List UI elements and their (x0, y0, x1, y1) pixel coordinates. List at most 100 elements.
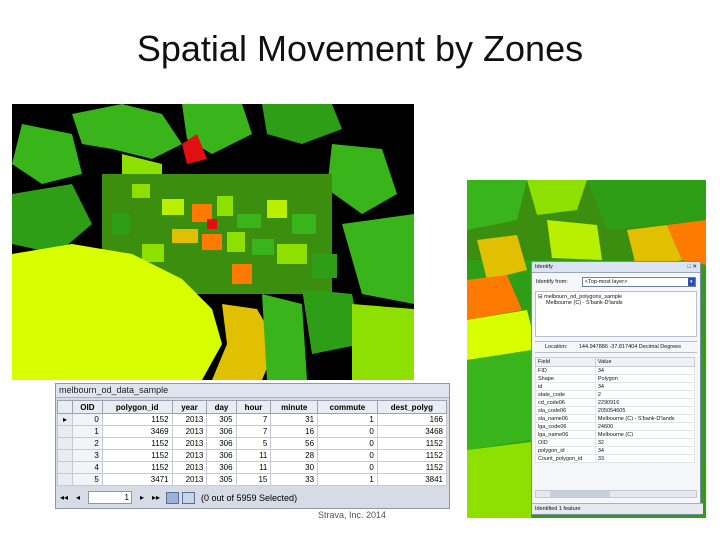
chevron-down-icon[interactable]: ▾ (687, 278, 695, 286)
field-row[interactable]: cd_code06 2290916 (535, 398, 696, 407)
current-row-marker[interactable]: ▸ (57, 413, 73, 426)
table-cell: 30 (270, 461, 319, 474)
table-row[interactable]: 1 3469 2013 306 7 16 0 3468 (57, 425, 448, 438)
table-row[interactable]: 4 1152 2013 306 11 30 0 1152 (57, 461, 448, 474)
melbourne-zone-map (12, 104, 414, 380)
identify-from-row: Identify from: <Top-most layer> ▾ (532, 276, 700, 288)
table-cell: 4 (72, 461, 103, 474)
table-row[interactable]: 3 1152 2013 306 11 28 0 1152 (57, 449, 448, 462)
field-value: 32 (594, 438, 696, 447)
field-row[interactable]: state_code 2 (535, 390, 696, 399)
slide-title: Spatial Movement by Zones (136, 28, 584, 69)
table-cell: 5 (235, 437, 272, 450)
field-name: state_code (535, 390, 596, 399)
next-record-button[interactable]: ▸ (135, 493, 149, 502)
field-row[interactable]: id 34 (535, 382, 696, 391)
row-selector[interactable] (57, 461, 73, 474)
table-cell: 5 (72, 473, 103, 486)
column-header[interactable]: commute (317, 400, 378, 414)
location-row: Location: 144.947886 -37.817404 Decimal … (535, 341, 697, 353)
field-name: FID (535, 366, 596, 375)
tree-feature-node[interactable]: Melbourne (C) - S'bank-D'lands (538, 300, 694, 306)
table-cell: 305 (206, 473, 237, 486)
field-name: id (535, 382, 596, 391)
field-row[interactable]: sla_code06 205054605 (535, 406, 696, 415)
last-record-button[interactable]: ▸▸ (149, 493, 163, 502)
field-row[interactable]: Shape Polygon (535, 374, 696, 383)
identify-title: Identify (535, 264, 553, 270)
record-number-input[interactable]: 1 (88, 491, 132, 504)
field-name: sla_code06 (535, 406, 596, 415)
field-value: Melbourne (C) - S'bank-D'lands (594, 414, 696, 423)
identify-from-label: Identify from: (536, 279, 568, 285)
field-value: Polygon (594, 374, 696, 383)
table-cell: 0 (317, 425, 378, 438)
field-row[interactable]: lga_code06 24600 (535, 422, 696, 431)
table-cell: 1 (317, 473, 378, 486)
identify-field-grid: Field Value FID 34 Shape Polygon id 34 stat… (535, 357, 696, 463)
table-cell: 3 (72, 449, 103, 462)
row-selector[interactable] (57, 437, 73, 450)
table-cell: 306 (206, 437, 237, 450)
table-row[interactable]: 5 3471 2013 305 15 33 1 3841 (57, 473, 448, 486)
field-column-header[interactable]: Field (535, 357, 596, 367)
table-cell: 0 (317, 449, 378, 462)
table-cell: 28 (270, 449, 319, 462)
table-cell: 33 (270, 473, 319, 486)
column-header[interactable]: year (171, 400, 208, 414)
field-value: 34 (594, 366, 696, 375)
table-cell: 305 (206, 413, 237, 426)
scrollbar-thumb[interactable] (550, 491, 610, 497)
table-cell: 1152 (101, 437, 173, 450)
table-cell: 7 (235, 413, 272, 426)
show-selected-records-icon[interactable] (182, 491, 195, 504)
field-row[interactable]: sla_name06 Melbourne (C) - S'bank-D'lands (535, 414, 696, 423)
row-selector[interactable] (57, 425, 73, 438)
table-cell: 3469 (101, 425, 173, 438)
table-cell: 2013 (171, 425, 208, 438)
table-cell: 1152 (101, 413, 173, 426)
column-header[interactable]: minute (270, 400, 319, 414)
attribute-table-window: melbourn_od_data_sample OID polygon_id y… (55, 383, 450, 509)
table-cell: 2013 (171, 473, 208, 486)
table-cell: 1 (317, 413, 378, 426)
field-row[interactable]: OID 32 (535, 438, 696, 447)
table-cell: 11 (235, 449, 272, 462)
field-name: lga_code06 (535, 422, 596, 431)
column-header[interactable]: polygon_id (101, 400, 173, 414)
row-selector[interactable] (57, 473, 73, 486)
table-row[interactable]: ▸ 0 1152 2013 305 7 31 1 166 (57, 413, 448, 426)
first-record-button[interactable]: ◂◂ (57, 493, 71, 502)
table-cell: 7 (235, 425, 272, 438)
value-column-header[interactable]: Value (594, 357, 696, 367)
field-value: 34 (594, 382, 696, 391)
column-header[interactable]: hour (235, 400, 272, 414)
column-header[interactable]: day (206, 400, 237, 414)
table-cell: 166 (376, 413, 448, 426)
field-row[interactable]: FID 34 (535, 366, 696, 375)
identify-from-dropdown[interactable]: <Top-most layer> ▾ (581, 277, 696, 287)
field-value: 33 (594, 454, 696, 463)
column-header[interactable]: OID (72, 400, 103, 414)
previous-record-button[interactable]: ◂ (71, 493, 85, 502)
table-row[interactable]: 2 1152 2013 306 5 56 0 1152 (57, 437, 448, 450)
table-cell: 2 (72, 437, 103, 450)
field-name: lga_name06 (535, 430, 596, 439)
field-row[interactable]: polygon_id 34 (535, 446, 696, 455)
slide-credit: Strava, Inc. 2014 (318, 510, 387, 520)
field-row[interactable]: lga_name06 Melbourne (C) (535, 430, 696, 439)
column-header[interactable]: dest_polyg (376, 400, 448, 414)
field-name: Shape (535, 374, 596, 383)
location-label: Location: (545, 344, 568, 350)
row-selector[interactable] (57, 449, 73, 462)
horizontal-scrollbar[interactable] (535, 490, 697, 498)
identify-from-value: <Top-most layer> (584, 279, 628, 285)
field-row[interactable]: Count_polygon_id 33 (535, 454, 696, 463)
table-cell: 2013 (171, 461, 208, 474)
show-all-records-icon[interactable] (166, 491, 179, 504)
location-value: 144.947886 -37.817404 Decimal Degrees (578, 344, 681, 350)
table-window-title: melbourn_od_data_sample (56, 384, 449, 398)
identify-window: Identify □ ✕ Identify from: <Top-most la… (531, 261, 703, 515)
window-controls[interactable]: □ ✕ (688, 262, 697, 272)
table-cell: 306 (206, 425, 237, 438)
